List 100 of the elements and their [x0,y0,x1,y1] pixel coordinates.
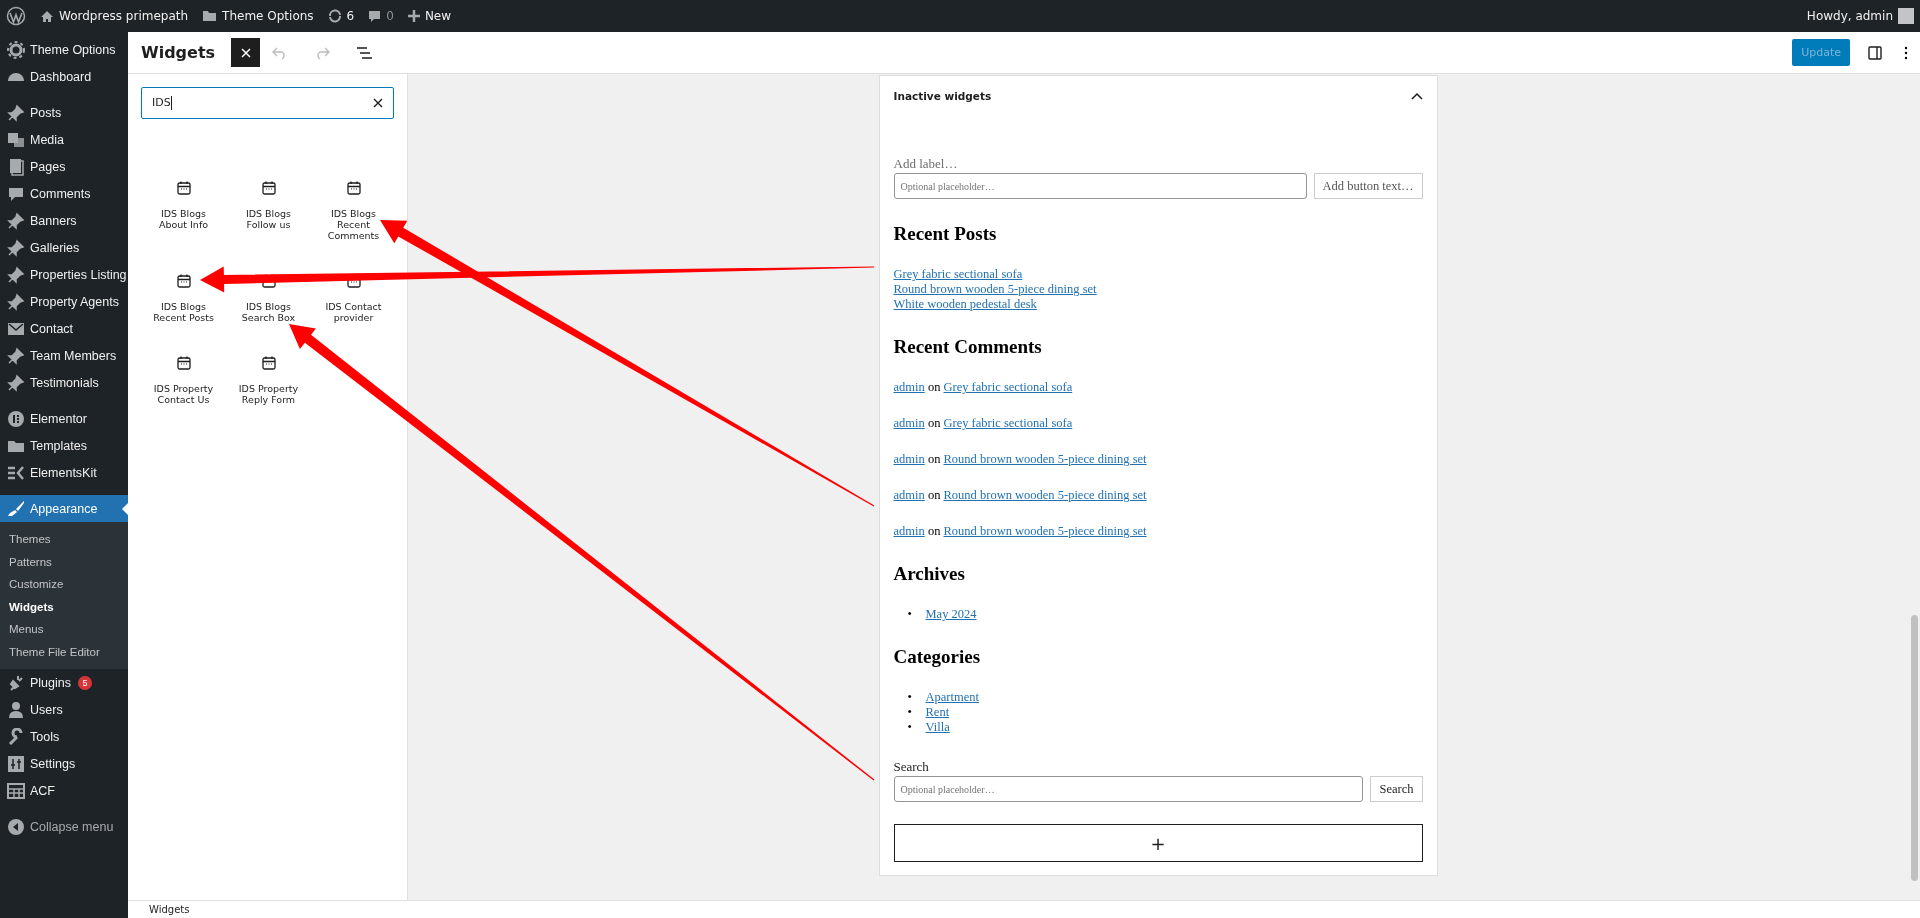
sidebar-menu-item[interactable]: Galleries [0,234,128,261]
breadcrumb[interactable]: Widgets [149,904,190,915]
pin-icon [7,292,25,311]
sidebar-menu-item[interactable]: Users [0,696,128,723]
block-label[interactable]: IDS Property Contact Us [148,383,219,405]
sidebar-menu-item[interactable]: Properties Listing [0,261,128,288]
sidebar-menu-item[interactable]: Contact [0,315,128,342]
sidebar-menu-item[interactable]: Plugins 5 [0,669,128,696]
widget-heading: Recent Comments [893,335,1043,359]
submenu-item[interactable]: Menus [0,618,128,641]
collapse-menu-button[interactable]: Collapse menu [0,813,128,840]
sidebar-menu-item[interactable]: Banners [0,207,128,234]
gear-icon [7,40,25,59]
sidebar-menu-item[interactable]: Comments [0,180,128,207]
bullet-mark: • [907,705,913,720]
media-icon [7,130,25,149]
submenu-item[interactable]: Customize [0,573,128,596]
block-label[interactable]: IDS Contact provider [318,301,389,323]
sidebar-menu-item[interactable]: Media [0,126,128,153]
user-icon [7,700,25,719]
submenu-item[interactable]: Themes [0,528,128,551]
avatar-icon [1898,8,1914,24]
post-link[interactable]: Round brown wooden 5-piece dining set [943,488,1147,502]
sidebar-menu-item[interactable]: ElementsKit [0,459,128,486]
block-label[interactable]: IDS Blogs About Info [148,208,219,230]
post-link[interactable]: Round brown wooden 5-piece dining set [893,282,1097,297]
sidebar-menu-item[interactable]: Templates [0,432,128,459]
comment-line: admin on Round brown wooden 5-piece dining set [893,452,1148,467]
block-label[interactable]: IDS Blogs Search Box [233,301,304,323]
widget-heading: Categories [893,645,982,669]
search-input[interactable]: Optional placeholder… [893,776,1364,802]
calendar-icon [175,273,192,289]
category-link[interactable]: May 2024 [925,607,977,622]
post-link[interactable]: Grey fabric sectional sofa [943,380,1073,394]
author-link[interactable]: admin [893,380,925,394]
sidebar-menu-item[interactable]: Elementor [0,405,128,432]
clear-icon[interactable] [373,98,383,108]
author-link[interactable]: admin [893,416,925,430]
sidebar-menu-item[interactable]: Pages [0,153,128,180]
chevron-icon[interactable] [1410,92,1423,100]
sidebar-menu-item[interactable]: Testimonials [0,369,128,396]
bullet-mark: • [907,690,913,705]
comments-link[interactable]: 0 [368,9,394,23]
updates-link[interactable]: 6 [327,9,355,23]
sidebar-menu-item[interactable]: Appearance [0,495,128,522]
calendar-icon [260,180,277,196]
submenu-item[interactable]: Theme File Editor [0,640,128,663]
close-inserter-button[interactable] [231,38,261,67]
collapse-icon [7,817,25,836]
block-label[interactable]: IDS Property Reply Form [233,383,304,405]
sidebar-toggle-icon[interactable] [1868,45,1882,60]
wordpress-logo-icon[interactable] [6,6,26,26]
home-icon [40,9,54,23]
grid-icon [7,781,25,800]
sidebar-menu-item[interactable]: Tools [0,723,128,750]
sidebar-menu-item[interactable]: Team Members [0,342,128,369]
comment-line: admin on Round brown wooden 5-piece dining set [893,524,1148,539]
site-name-link[interactable]: Wordpress primepath [40,9,189,23]
list-view-icon[interactable] [356,46,373,59]
calendar-icon [175,355,192,371]
author-link[interactable]: admin [893,452,925,466]
refresh-icon [327,9,342,23]
block-label[interactable]: IDS Blogs Recent Comments [318,208,389,241]
widget-area-title: Inactive widgets [893,90,992,102]
search-input[interactable]: Optional placeholder… [893,173,1307,199]
block-label[interactable]: IDS Blogs Follow us [233,208,304,230]
pin-icon [7,238,25,257]
search-button[interactable]: Add button text… [1313,173,1423,199]
author-link[interactable]: admin [893,524,925,538]
post-link[interactable]: Grey fabric sectional sofa [943,416,1073,430]
post-link[interactable]: White wooden pedestal desk [893,297,1037,312]
post-link[interactable]: Grey fabric sectional sofa [893,267,1023,282]
count-badge: 5 [78,675,92,690]
author-link[interactable]: admin [893,488,925,502]
search-button[interactable]: Search [1370,776,1423,802]
submenu-item[interactable]: Patterns [0,550,128,573]
sliders-icon [7,754,25,773]
calendar-icon [175,180,192,196]
category-link[interactable]: Apartment [925,690,979,705]
block-search-field[interactable]: IDS [141,87,394,119]
submenu-item[interactable]: Widgets [0,595,128,618]
sidebar-menu-item[interactable]: Posts [0,99,128,126]
new-link[interactable]: New [407,9,452,23]
category-link[interactable]: Rent [925,705,950,720]
sidebar-menu-item[interactable]: Theme Options [0,36,128,63]
search-label: Add label… [893,156,959,172]
theme-options-link[interactable]: Theme Options [202,9,314,23]
post-link[interactable]: Round brown wooden 5-piece dining set [943,452,1147,466]
account-link[interactable]: Howdy, admin [1806,8,1914,24]
sidebar-menu-item[interactable]: ACF [0,777,128,804]
add-block-button[interactable]: + [893,824,1423,862]
category-link[interactable]: Villa [925,720,950,735]
more-options-icon[interactable] [1904,45,1908,60]
post-link[interactable]: Round brown wooden 5-piece dining set [943,524,1147,538]
block-label[interactable]: IDS Blogs Recent Posts [148,301,219,323]
widget-heading: Recent Posts [893,222,998,246]
sidebar-menu-item[interactable]: Settings [0,750,128,777]
sidebar-menu-item[interactable]: Dashboard [0,63,128,90]
calendar-icon [345,180,362,196]
sidebar-menu-item[interactable]: Property Agents [0,288,128,315]
